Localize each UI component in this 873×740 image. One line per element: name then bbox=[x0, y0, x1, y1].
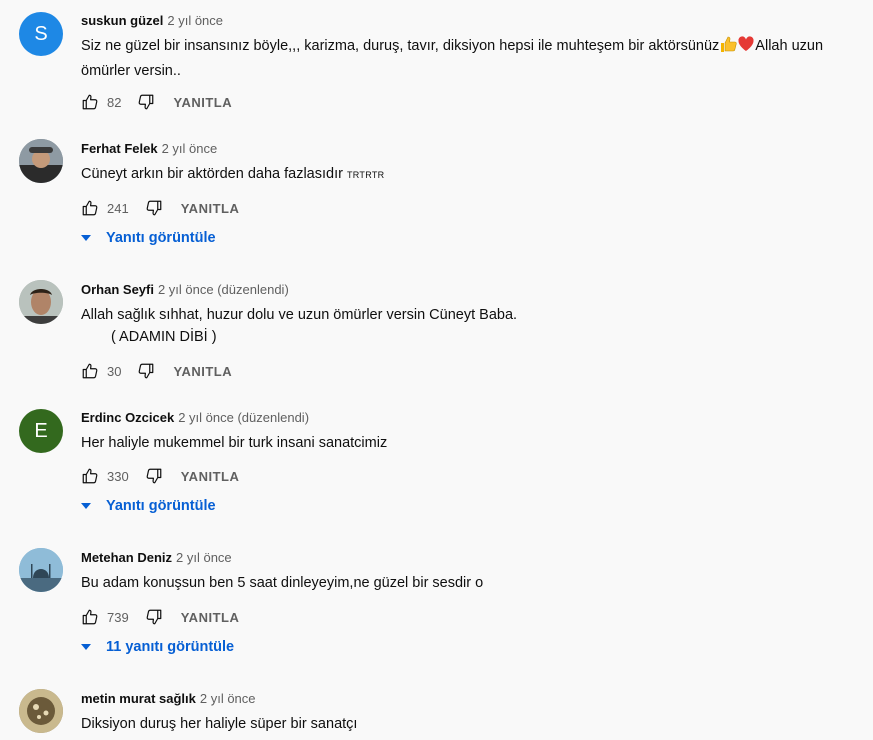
like-count: 739 bbox=[107, 609, 129, 625]
comment-text: Bu adam konuşsun ben 5 saat dinleyeyim,n… bbox=[81, 575, 484, 591]
comment-author[interactable]: suskun güzel bbox=[81, 13, 163, 28]
thumbs-down-icon bbox=[146, 609, 162, 625]
comment-time[interactable]: 2 yıl önce bbox=[176, 550, 232, 565]
avatar-letter: E bbox=[34, 419, 48, 442]
avatar[interactable] bbox=[19, 139, 63, 183]
like-button[interactable]: 82 bbox=[81, 93, 137, 111]
like-count: 82 bbox=[107, 94, 122, 110]
view-replies-button[interactable]: Yanıtı görüntüle bbox=[80, 498, 216, 514]
reply-button[interactable]: YANITLA bbox=[173, 95, 232, 110]
caret-down-icon bbox=[81, 235, 91, 241]
avatar-letter: S bbox=[34, 22, 48, 45]
comment-text: Allah sağlık sıhhat, huzur dolu ve uzun … bbox=[81, 307, 518, 345]
avatar-photo bbox=[19, 139, 63, 183]
caret-down-icon bbox=[81, 644, 91, 650]
avatar[interactable]: S bbox=[19, 12, 63, 56]
comment-time[interactable]: 2 yıl önce (düzenlendi) bbox=[178, 410, 309, 425]
dislike-button[interactable] bbox=[145, 199, 163, 217]
comment-author[interactable]: Erdinc Ozcicek bbox=[81, 410, 174, 425]
dislike-button[interactable] bbox=[137, 362, 155, 380]
dislike-button[interactable] bbox=[145, 608, 163, 626]
thumbs-up-icon bbox=[82, 468, 98, 484]
comment-text: Siz ne güzel bir insansınız böyle,,, kar… bbox=[81, 35, 866, 82]
comment-time[interactable]: 2 yıl önce (düzenlendi) bbox=[158, 282, 289, 297]
thumbs-up-icon bbox=[82, 363, 98, 379]
avatar-photo bbox=[19, 280, 63, 324]
thumbs-up-icon bbox=[82, 609, 98, 625]
caret-down-icon bbox=[81, 503, 91, 509]
comment-text: Cüneyt arkın bir aktörden daha fazlasıdı… bbox=[81, 166, 385, 182]
avatar[interactable]: E bbox=[19, 409, 63, 453]
comment-author[interactable]: Metehan Deniz bbox=[81, 550, 172, 565]
reply-button[interactable]: YANITLA bbox=[181, 201, 240, 216]
comment-time[interactable]: 2 yıl önce bbox=[167, 13, 223, 28]
like-count: 30 bbox=[107, 363, 122, 379]
like-button[interactable]: 330 bbox=[81, 467, 145, 485]
thumbs-down-icon bbox=[139, 363, 154, 379]
avatar-photo bbox=[19, 548, 63, 592]
avatar-photo bbox=[19, 689, 63, 733]
reply-button[interactable]: YANITLA bbox=[173, 364, 232, 379]
reply-button[interactable]: YANITLA bbox=[181, 610, 240, 625]
like-count: 241 bbox=[107, 200, 129, 216]
like-button[interactable]: 241 bbox=[81, 199, 145, 217]
dislike-button[interactable] bbox=[145, 467, 163, 485]
comment-text: Diksiyon duruş her haliyle süper bir san… bbox=[81, 716, 358, 732]
thumbs-up-icon bbox=[82, 94, 98, 110]
comment-time[interactable]: 2 yıl önce bbox=[162, 141, 218, 156]
like-button[interactable]: 739 bbox=[81, 608, 145, 626]
thumbs-up-icon bbox=[82, 200, 98, 216]
heart-emoji bbox=[737, 35, 755, 60]
view-replies-button[interactable]: 11 yanıtı görüntüle bbox=[80, 639, 234, 655]
view-replies-button[interactable]: Yanıtı görüntüle bbox=[80, 230, 216, 246]
comment-text: Her haliyle mukemmel bir turk insani san… bbox=[81, 435, 388, 451]
comment-author[interactable]: Ferhat Felek bbox=[81, 141, 158, 156]
avatar[interactable] bbox=[19, 689, 63, 733]
like-count: 330 bbox=[107, 468, 129, 484]
thumbs-down-icon bbox=[139, 94, 154, 110]
comment-author[interactable]: Orhan Seyfi bbox=[81, 282, 154, 297]
avatar[interactable] bbox=[19, 548, 63, 592]
dislike-button[interactable] bbox=[137, 93, 155, 111]
thumbs-down-icon bbox=[146, 468, 162, 484]
thumbs-down-icon bbox=[146, 200, 162, 216]
comment-author[interactable]: metin murat sağlık bbox=[81, 691, 196, 706]
thumbs-up-emoji bbox=[719, 35, 737, 60]
comment-time[interactable]: 2 yıl önce bbox=[200, 691, 256, 706]
avatar[interactable] bbox=[19, 280, 63, 324]
like-button[interactable]: 30 bbox=[81, 362, 137, 380]
reply-button[interactable]: YANITLA bbox=[181, 469, 240, 484]
